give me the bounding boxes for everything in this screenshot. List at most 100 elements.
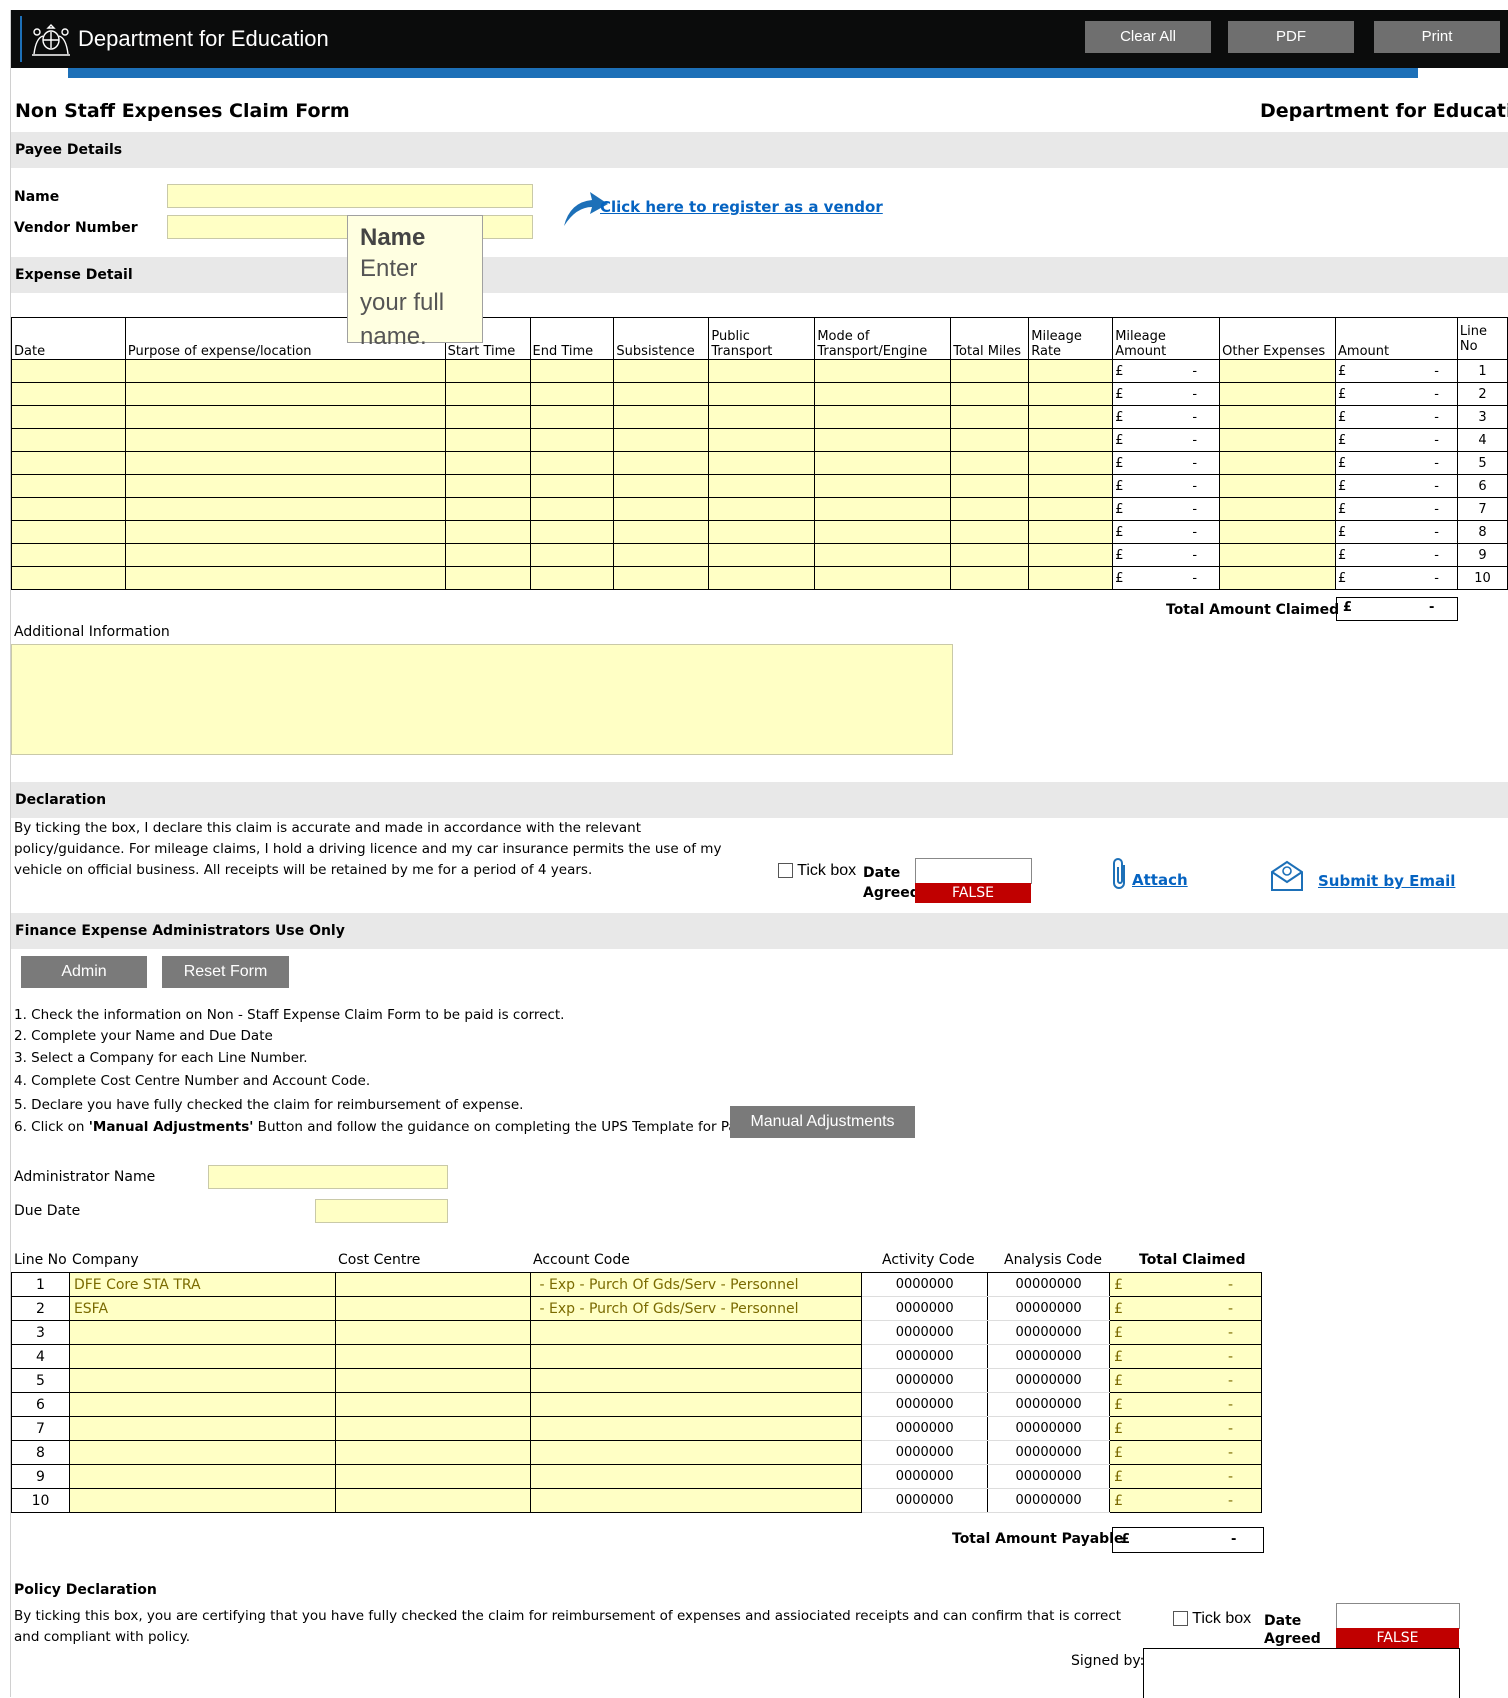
expense-cell-input[interactable] bbox=[529, 428, 615, 452]
account-code-select[interactable] bbox=[530, 1440, 863, 1465]
expense-cell-input[interactable] bbox=[950, 451, 1030, 475]
expense-cell-input[interactable] bbox=[1028, 405, 1114, 429]
expense-cell-input[interactable] bbox=[1028, 520, 1114, 544]
clear-all-button[interactable]: Clear All bbox=[1085, 21, 1211, 53]
expense-cell-input[interactable] bbox=[613, 520, 710, 544]
other-expenses-input[interactable] bbox=[1219, 520, 1337, 544]
expense-cell-input[interactable] bbox=[124, 405, 446, 429]
expense-cell-input[interactable] bbox=[814, 405, 952, 429]
expense-cell-input[interactable] bbox=[124, 566, 446, 590]
checkbox[interactable] bbox=[778, 863, 793, 879]
company-select[interactable]: DFE Core STA TRA bbox=[68, 1272, 336, 1297]
expense-cell-input[interactable] bbox=[11, 451, 126, 475]
company-select[interactable] bbox=[68, 1392, 336, 1417]
cost-centre-input[interactable] bbox=[334, 1344, 532, 1369]
expense-cell-input[interactable] bbox=[708, 382, 816, 406]
expense-cell-input[interactable] bbox=[708, 451, 816, 475]
account-code-select[interactable] bbox=[530, 1488, 863, 1513]
expense-cell-input[interactable] bbox=[529, 566, 615, 590]
other-expenses-input[interactable] bbox=[1219, 566, 1337, 590]
expense-cell-input[interactable] bbox=[124, 497, 446, 521]
other-expenses-input[interactable] bbox=[1219, 359, 1337, 383]
expense-cell-input[interactable] bbox=[11, 474, 126, 498]
expense-cell-input[interactable] bbox=[529, 359, 615, 383]
signature-field[interactable] bbox=[1143, 1648, 1460, 1698]
expense-cell-input[interactable] bbox=[613, 566, 710, 590]
expense-cell-input[interactable] bbox=[1028, 566, 1114, 590]
email-envelope-icon[interactable] bbox=[1270, 860, 1304, 892]
expense-cell-input[interactable] bbox=[444, 474, 531, 498]
company-select[interactable] bbox=[68, 1344, 336, 1369]
other-expenses-input[interactable] bbox=[1219, 474, 1337, 498]
policy-date-field[interactable] bbox=[1336, 1603, 1460, 1629]
submit-email-link[interactable]: Submit by Email bbox=[1318, 872, 1455, 890]
expense-cell-input[interactable] bbox=[814, 566, 952, 590]
expense-cell-input[interactable] bbox=[708, 566, 816, 590]
expense-cell-input[interactable] bbox=[11, 382, 126, 406]
expense-cell-input[interactable] bbox=[124, 474, 446, 498]
company-select[interactable] bbox=[68, 1368, 336, 1393]
admin-name-input[interactable] bbox=[208, 1165, 448, 1189]
expense-cell-input[interactable] bbox=[814, 428, 952, 452]
expense-cell-input[interactable] bbox=[814, 520, 952, 544]
company-select[interactable] bbox=[68, 1320, 336, 1345]
account-code-select[interactable] bbox=[530, 1416, 863, 1441]
expense-cell-input[interactable] bbox=[950, 543, 1030, 567]
expense-cell-input[interactable] bbox=[529, 405, 615, 429]
reset-form-button[interactable]: Reset Form bbox=[162, 956, 289, 988]
expense-cell-input[interactable] bbox=[814, 382, 952, 406]
policy-tickbox[interactable]: Tick box bbox=[1173, 1610, 1251, 1628]
expense-cell-input[interactable] bbox=[708, 543, 816, 567]
expense-cell-input[interactable] bbox=[613, 359, 710, 383]
cost-centre-input[interactable] bbox=[334, 1272, 532, 1297]
expense-cell-input[interactable] bbox=[950, 428, 1030, 452]
expense-cell-input[interactable] bbox=[613, 543, 710, 567]
expense-cell-input[interactable] bbox=[124, 428, 446, 452]
expense-cell-input[interactable] bbox=[814, 543, 952, 567]
expense-cell-input[interactable] bbox=[950, 359, 1030, 383]
expense-cell-input[interactable] bbox=[444, 520, 531, 544]
account-code-select[interactable] bbox=[530, 1392, 863, 1417]
pdf-button[interactable]: PDF bbox=[1228, 21, 1354, 53]
expense-cell-input[interactable] bbox=[124, 451, 446, 475]
cost-centre-input[interactable] bbox=[334, 1440, 532, 1465]
account-code-select[interactable] bbox=[530, 1464, 863, 1489]
expense-cell-input[interactable] bbox=[11, 359, 126, 383]
other-expenses-input[interactable] bbox=[1219, 543, 1337, 567]
company-select[interactable]: ESFA bbox=[68, 1296, 336, 1321]
manual-adjustments-button[interactable]: Manual Adjustments bbox=[730, 1106, 915, 1138]
company-select[interactable] bbox=[68, 1440, 336, 1465]
other-expenses-input[interactable] bbox=[1219, 497, 1337, 521]
name-input[interactable] bbox=[167, 184, 533, 208]
expense-cell-input[interactable] bbox=[1028, 359, 1114, 383]
declaration-tickbox[interactable]: Tick box bbox=[778, 862, 856, 880]
expense-cell-input[interactable] bbox=[529, 474, 615, 498]
additional-info-textarea[interactable] bbox=[11, 644, 953, 755]
cost-centre-input[interactable] bbox=[334, 1416, 532, 1441]
account-code-select[interactable] bbox=[530, 1368, 863, 1393]
expense-cell-input[interactable] bbox=[11, 520, 126, 544]
expense-cell-input[interactable] bbox=[1028, 428, 1114, 452]
expense-cell-input[interactable] bbox=[529, 543, 615, 567]
expense-cell-input[interactable] bbox=[814, 451, 952, 475]
expense-cell-input[interactable] bbox=[444, 497, 531, 521]
expense-cell-input[interactable] bbox=[708, 428, 816, 452]
expense-cell-input[interactable] bbox=[950, 566, 1030, 590]
expense-cell-input[interactable] bbox=[11, 428, 126, 452]
admin-button[interactable]: Admin bbox=[21, 956, 147, 988]
expense-cell-input[interactable] bbox=[814, 474, 952, 498]
other-expenses-input[interactable] bbox=[1219, 451, 1337, 475]
expense-cell-input[interactable] bbox=[529, 382, 615, 406]
expense-cell-input[interactable] bbox=[708, 474, 816, 498]
expense-cell-input[interactable] bbox=[613, 382, 710, 406]
other-expenses-input[interactable] bbox=[1219, 428, 1337, 452]
expense-cell-input[interactable] bbox=[950, 497, 1030, 521]
cost-centre-input[interactable] bbox=[334, 1488, 532, 1513]
expense-cell-input[interactable] bbox=[613, 474, 710, 498]
expense-cell-input[interactable] bbox=[11, 566, 126, 590]
register-vendor-link[interactable]: Click here to register as a vendor bbox=[600, 198, 883, 216]
expense-cell-input[interactable] bbox=[124, 543, 446, 567]
expense-cell-input[interactable] bbox=[950, 405, 1030, 429]
expense-cell-input[interactable] bbox=[1028, 497, 1114, 521]
expense-cell-input[interactable] bbox=[444, 359, 531, 383]
